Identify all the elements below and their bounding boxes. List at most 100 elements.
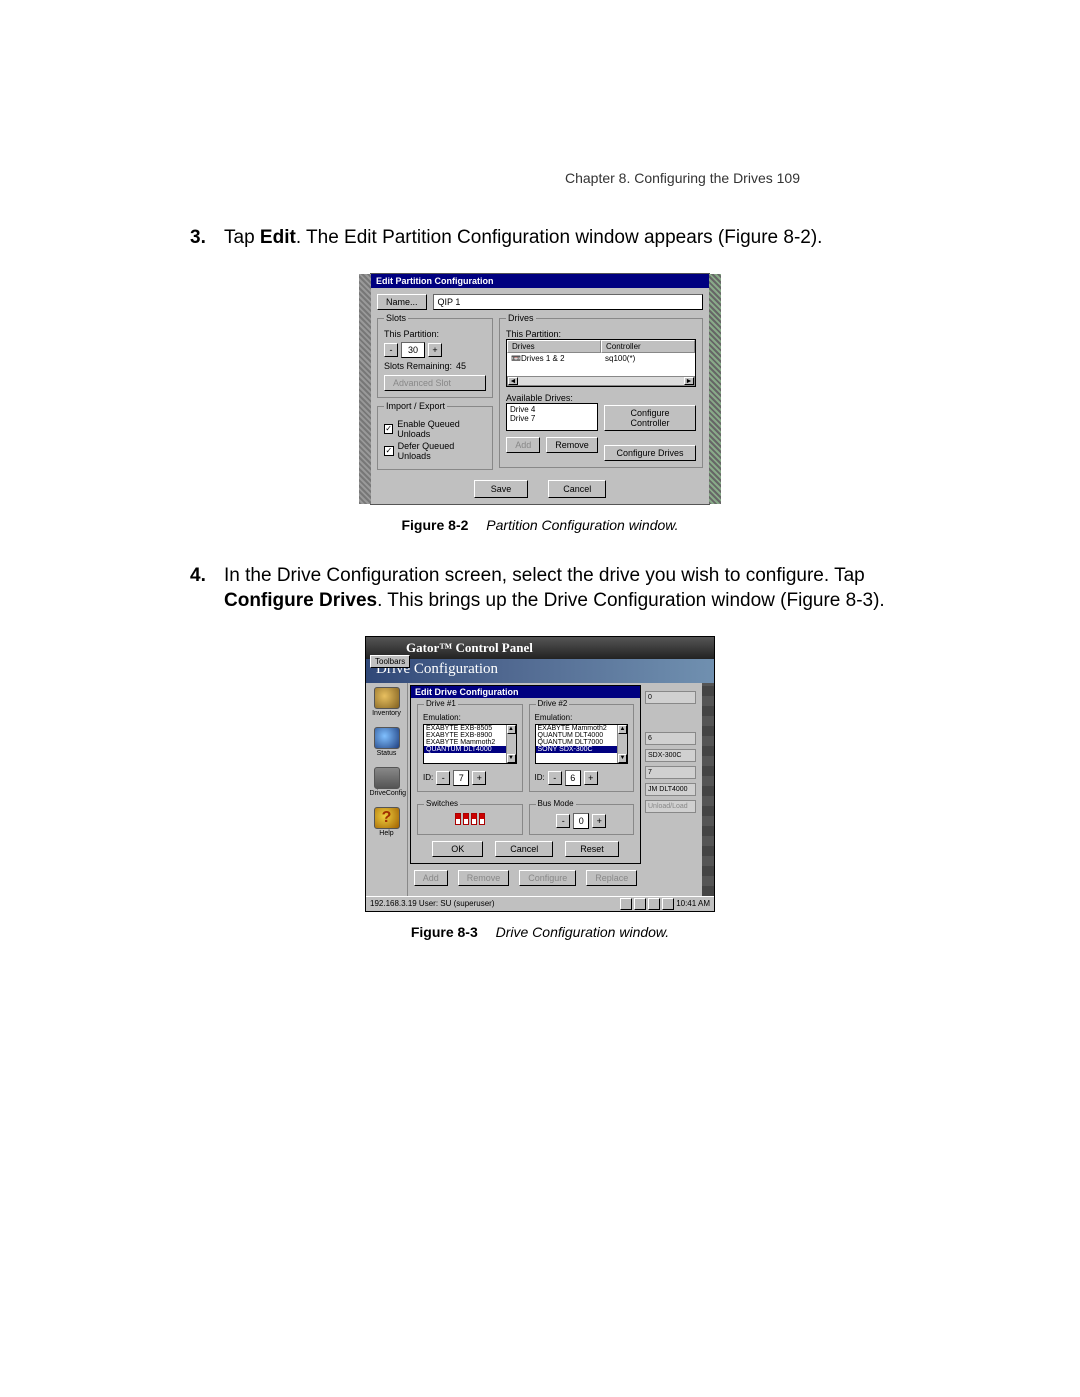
import-export-legend: Import / Export [384,401,447,411]
step-3-post: . The Edit Partition Configuration windo… [296,227,823,248]
rear-chip-d: 7 [645,766,696,779]
drive2-opt-1[interactable]: QUANTUM DLT4000 [536,732,628,739]
drives-table-scrollbar[interactable]: ◄ ► [507,376,695,386]
sidebar-help-label: Help [370,830,404,837]
rear-chip-a: 0 [645,691,696,704]
drive2-id-label: ID: [535,773,545,782]
drive1-opt-1[interactable]: EXABYTE EXB-8900 [424,732,516,739]
slots-decrement[interactable]: - [384,343,398,357]
cancel-button-2[interactable]: Cancel [495,841,553,857]
drive1-id-decrement[interactable]: - [436,771,450,785]
step-4-number: 4. [190,563,224,614]
drive-2-emulation-list[interactable]: EXABYTE Mammoth2 QUANTUM DLT4000 QUANTUM… [535,724,629,764]
name-button[interactable]: Name... [377,294,427,310]
configure-button[interactable]: Configure [519,870,576,886]
drive-1-emulation-list[interactable]: EXABYTE EXB-8505 EXABYTE EXB-8900 EXABYT… [423,724,517,764]
slots-value[interactable]: 30 [401,342,425,358]
drive1-id-increment[interactable]: + [472,771,486,785]
name-field[interactable]: QIP 1 [433,294,703,310]
remove-button-2[interactable]: Remove [458,870,510,886]
bus-mode-group: Bus Mode - 0 + [529,804,635,835]
drive1-opt-0[interactable]: EXABYTE EXB-8505 [424,725,516,732]
scroll-up-icon[interactable]: ▲ [507,725,516,734]
help-icon: ? [374,807,400,829]
sidebar-item-drives[interactable]: DriveConfig [370,767,404,797]
drive1-opt-2[interactable]: EXABYTE Mammoth2 [424,739,516,746]
figure-8-3-label: Figure 8-3 [411,924,478,940]
ok-button[interactable]: OK [432,841,483,857]
available-drives-list[interactable]: Drive 4 Drive 7 [506,403,598,431]
step-3-pre: Tap [224,227,260,248]
scroll-left-icon[interactable]: ◄ [508,377,518,385]
slots-group: Slots This Partition: - 30 + Slots Remai… [377,318,493,398]
switches-group: Switches [417,804,523,835]
drive2-id-increment[interactable]: + [584,771,598,785]
enable-queued-unloads-checkbox[interactable]: ✓Enable Queued Unloads [384,419,486,439]
sidebar-item-status[interactable]: Status [370,727,404,757]
sidebar-item-inventory[interactable]: Inventory [370,687,404,717]
add-drive-button[interactable]: Add [506,437,540,453]
slots-increment[interactable]: + [428,343,442,357]
right-gutter-decor [702,683,714,896]
tray-icon-4[interactable] [662,898,674,910]
slots-this-partition-label: This Partition: [384,329,486,339]
step-4-bold: Configure Drives [224,590,377,611]
busmode-decrement[interactable]: - [556,814,570,828]
drive1-opt-3[interactable]: QUANTUM DLT4000 [424,746,516,753]
window-decor-left [359,274,371,504]
inventory-icon [374,687,400,709]
advanced-slot-button[interactable]: Advanced Slot [384,375,486,391]
sidebar-item-help[interactable]: ? Help [370,807,404,837]
drive-configuration-title: Toolbars Drive Configuration [366,659,714,683]
drive2-opt-0[interactable]: EXABYTE Mammoth2 [536,725,628,732]
scroll-up-icon[interactable]: ▲ [618,725,627,734]
busmode-value[interactable]: 0 [573,813,589,829]
status-bar: 192.168.3.19 User: SU (superuser) 10:41 … [366,896,714,911]
configure-controller-button[interactable]: Configure Controller [604,405,696,431]
scroll-right-icon[interactable]: ► [684,377,694,385]
drives-row-controller[interactable]: sq100(*) [601,353,695,364]
tray-icon-1[interactable] [620,898,632,910]
replace-button[interactable]: Replace [586,870,637,886]
step-4-post: . This brings up the Drive Configuration… [377,590,885,611]
save-button[interactable]: Save [474,480,529,498]
defer-queued-unloads-checkbox[interactable]: ✓Defer Queued Unloads [384,441,486,461]
scroll-down-icon[interactable]: ▼ [507,754,516,763]
drive-2-emulation-label: Emulation: [535,713,629,722]
drive-1-group: Drive #1 Emulation: EXABYTE EXB-8505 EXA… [417,704,523,792]
import-export-group: Import / Export ✓Enable Queued Unloads ✓… [377,406,493,470]
drives-this-partition-label: This Partition: [506,329,696,339]
drive1-id-value[interactable]: 7 [453,770,469,786]
sidebar-drives-label: DriveConfig [370,790,404,797]
drive2-scrollbar[interactable]: ▲ ▼ [617,725,627,763]
sidebar-inventory-label: Inventory [370,710,404,717]
add-button-2[interactable]: Add [414,870,448,886]
step-3-bold: Edit [260,227,296,248]
remove-drive-button[interactable]: Remove [546,437,598,453]
defer-queued-unloads-label: Defer Queued Unloads [398,441,486,461]
cancel-button[interactable]: Cancel [548,480,606,498]
edit-drive-config-title: Edit Drive Configuration [411,686,640,698]
drive2-opt-2[interactable]: QUANTUM DLT7000 [536,739,628,746]
drives-row-drives[interactable]: 📼Drives 1 & 2 [507,353,601,364]
drives-table[interactable]: Drives Controller 📼Drives 1 & 2 sq100(*) [506,339,696,387]
rear-chip-e: JM DLT4000 [645,783,696,796]
slots-remaining-label: Slots Remaining: [384,361,452,371]
dip-switches[interactable] [423,813,517,827]
busmode-increment[interactable]: + [592,814,606,828]
available-drive-2[interactable]: Drive 7 [510,414,594,423]
rear-chip-c: SDX-300C [645,749,696,762]
drives-col-drives: Drives [507,340,601,353]
toolbars-tab[interactable]: Toolbars [370,655,410,668]
scroll-down-icon[interactable]: ▼ [618,754,627,763]
drive2-id-decrement[interactable]: - [548,771,562,785]
drive2-id-value[interactable]: 6 [565,770,581,786]
tray-icon-3[interactable] [648,898,660,910]
configure-drives-button[interactable]: Configure Drives [604,445,696,461]
reset-button[interactable]: Reset [565,841,619,857]
tray-icon-2[interactable] [634,898,646,910]
drive2-opt-3[interactable]: SONY SDX-300C [536,746,628,753]
edit-drive-config-panel: Edit Drive Configuration Drive #1 Emulat… [410,685,641,864]
drive1-scrollbar[interactable]: ▲ ▼ [506,725,516,763]
available-drive-1[interactable]: Drive 4 [510,405,594,414]
